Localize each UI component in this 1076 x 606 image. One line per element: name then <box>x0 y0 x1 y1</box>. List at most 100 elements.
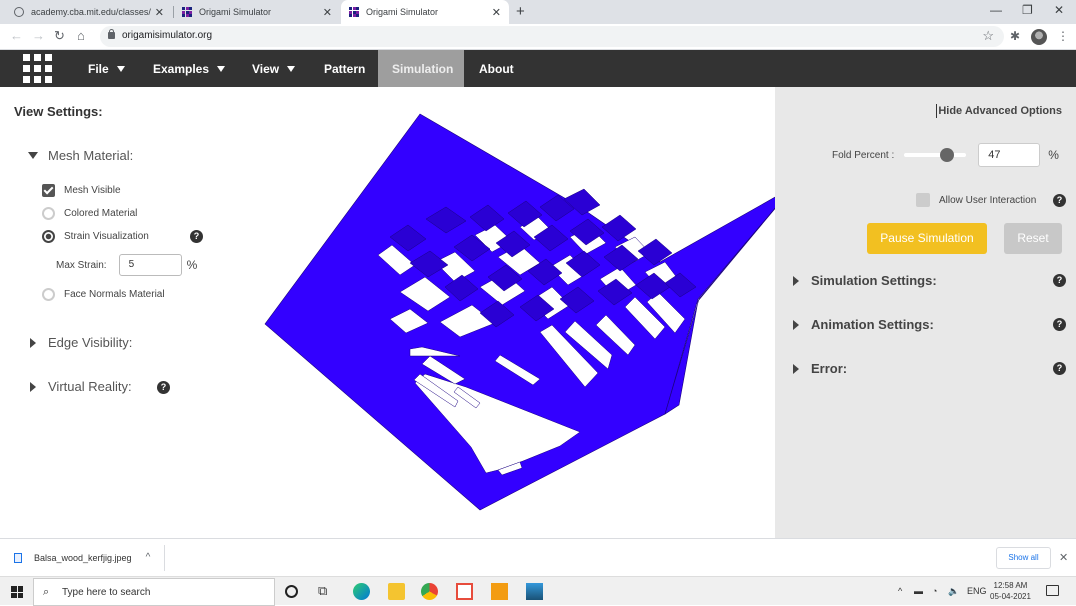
nav-view-menu[interactable]: View <box>238 50 309 87</box>
edge-browser-icon[interactable] <box>353 583 370 600</box>
tab-title: Origami Simulator <box>366 7 439 17</box>
home-icon[interactable]: ⌂ <box>77 28 85 43</box>
download-item[interactable]: Balsa_wood_kerfjig.jpeg ^ <box>14 552 150 563</box>
caret-down-icon <box>217 66 226 72</box>
mesh-material-toggle[interactable]: Mesh Material: <box>28 148 133 163</box>
folded-kerf-model[interactable] <box>240 87 794 538</box>
tab-close-icon[interactable]: ✕ <box>323 6 332 19</box>
edge-visibility-label: Edge Visibility: <box>48 335 133 350</box>
max-strain-input[interactable]: 5 <box>118 254 182 276</box>
simulation-settings-label: Simulation Settings: <box>811 273 937 288</box>
nav-file-menu[interactable]: File <box>74 50 139 87</box>
notification-icon[interactable] <box>1046 585 1059 596</box>
edge-visibility-toggle[interactable]: Edge Visibility: <box>28 335 132 350</box>
new-tab-icon[interactable]: + <box>516 3 525 20</box>
browser-menu-icon[interactable]: ⋮ <box>1057 29 1069 43</box>
caret-down-icon <box>116 66 125 72</box>
tab-close-icon[interactable]: ✕ <box>155 6 164 19</box>
browser-tab-strip: academy.cba.mit.edu/classes/co ✕ Origami… <box>0 0 1076 24</box>
fold-percent-slider[interactable] <box>904 148 967 162</box>
tab-title: academy.cba.mit.edu/classes/co <box>31 7 151 17</box>
tab-close-icon[interactable]: ✕ <box>492 6 501 19</box>
minimize-icon[interactable]: — <box>990 3 1002 17</box>
face-normals-radio[interactable] <box>42 288 55 301</box>
nav-label: View <box>252 61 280 76</box>
clock-time: 12:58 AM <box>993 581 1028 590</box>
allow-user-interaction-option[interactable]: Allow User Interaction <box>916 193 1036 207</box>
taskbar-search-box[interactable]: ⌕ Type here to search <box>33 578 275 606</box>
strain-visualization-option[interactable]: Strain Visualization <box>42 230 149 243</box>
strain-visualization-radio[interactable] <box>42 230 55 243</box>
simulation-canvas[interactable] <box>240 87 794 538</box>
fold-percent-unit: % <box>1048 148 1059 162</box>
virtual-reality-toggle[interactable]: Virtual Reality: <box>28 379 132 394</box>
hide-advanced-options-link[interactable]: Hide Advanced Options <box>936 104 1062 118</box>
allow-user-interaction-checkbox[interactable] <box>916 193 930 207</box>
caret-down-icon <box>287 66 296 72</box>
colored-material-radio[interactable] <box>42 207 55 220</box>
clock[interactable]: 12:58 AM 05-04-2021 <box>990 580 1031 602</box>
colored-material-option[interactable]: Colored Material <box>42 207 137 220</box>
extensions-icon[interactable]: ✱ <box>1010 29 1020 43</box>
clock-date: 05-04-2021 <box>990 592 1031 601</box>
language-indicator[interactable]: ENG <box>967 586 987 596</box>
pause-simulation-button[interactable]: Pause Simulation <box>867 223 987 254</box>
taskbar: ⌕ Type here to search ⧉ ^ ▬ ◔ 🔈 ENG 12:5… <box>0 576 1076 606</box>
slider-thumb[interactable] <box>940 148 955 162</box>
close-icon[interactable]: ✕ <box>1059 551 1068 564</box>
mesh-visible-checkbox[interactable] <box>42 184 55 197</box>
volume-icon[interactable]: 🔈 <box>948 586 959 597</box>
browser-tab-origami-1[interactable]: Origami Simulator ✕ <box>174 0 340 24</box>
face-normals-option[interactable]: Face Normals Material <box>42 288 165 301</box>
lock-icon <box>108 29 115 39</box>
simulation-settings-toggle[interactable]: Simulation Settings: <box>791 273 937 288</box>
network-icon[interactable]: ◔ <box>932 586 937 596</box>
photos-icon[interactable] <box>526 583 543 600</box>
origami-logo-icon[interactable] <box>23 54 52 83</box>
interaction-help-icon[interactable]: ? <box>1053 194 1066 207</box>
battery-icon[interactable]: ▬ <box>914 586 923 596</box>
reset-button[interactable]: Reset <box>1004 223 1062 254</box>
show-all-button[interactable]: Show all <box>996 547 1051 569</box>
windows-start-icon[interactable] <box>11 586 23 598</box>
simulation-settings-help-icon[interactable]: ? <box>1053 274 1066 287</box>
maximize-icon[interactable]: ❐ <box>1022 3 1033 17</box>
triangle-right-icon <box>793 363 799 374</box>
browser-tab-academy[interactable]: academy.cba.mit.edu/classes/co ✕ <box>6 0 172 24</box>
triangle-right-icon <box>793 275 799 286</box>
max-strain-label: Max Strain: <box>56 259 107 271</box>
bookmark-star-icon[interactable]: ☆ <box>982 28 994 44</box>
cortana-icon[interactable] <box>285 585 298 598</box>
animation-settings-toggle[interactable]: Animation Settings: <box>791 317 934 332</box>
forward-arrow-icon[interactable]: → <box>32 28 45 43</box>
app-f-icon[interactable] <box>491 583 508 600</box>
chevron-up-icon[interactable]: ^ <box>146 552 151 563</box>
origami-favicon-icon <box>349 7 359 17</box>
nav-about[interactable]: About <box>465 50 528 87</box>
nav-pattern[interactable]: Pattern <box>310 50 379 87</box>
simulation-controls-panel: Hide Advanced Options Fold Percent : 47 … <box>775 87 1076 538</box>
task-view-icon[interactable]: ⧉ <box>318 583 335 600</box>
strain-help-icon[interactable]: ? <box>190 230 203 243</box>
back-arrow-icon[interactable]: ← <box>10 28 23 43</box>
address-bar-row: ← → ↻ ⌂ origamisimulator.org ☆ ✱ ⋮ <box>0 24 1076 50</box>
vr-help-icon[interactable]: ? <box>157 381 170 394</box>
window-close-icon[interactable]: ✕ <box>1054 3 1064 17</box>
snipping-tool-icon[interactable] <box>456 583 473 600</box>
nav-label: About <box>479 61 514 76</box>
chevron-up-icon[interactable]: ^ <box>898 586 902 596</box>
url-bar[interactable]: origamisimulator.org ☆ <box>100 26 1004 47</box>
file-explorer-icon[interactable] <box>388 583 405 600</box>
mesh-visible-label: Mesh Visible <box>64 185 121 196</box>
error-help-icon[interactable]: ? <box>1053 362 1066 375</box>
fold-percent-input[interactable]: 47 <box>978 143 1041 167</box>
nav-simulation[interactable]: Simulation <box>378 50 464 87</box>
reload-icon[interactable]: ↻ <box>54 28 65 44</box>
browser-tab-origami-active[interactable]: Origami Simulator ✕ <box>341 0 509 24</box>
mesh-visible-option[interactable]: Mesh Visible <box>42 184 121 197</box>
error-toggle[interactable]: Error: <box>791 361 847 376</box>
chrome-icon[interactable] <box>421 583 438 600</box>
profile-avatar[interactable] <box>1031 29 1047 45</box>
nav-examples-menu[interactable]: Examples <box>139 50 239 87</box>
animation-settings-help-icon[interactable]: ? <box>1053 318 1066 331</box>
